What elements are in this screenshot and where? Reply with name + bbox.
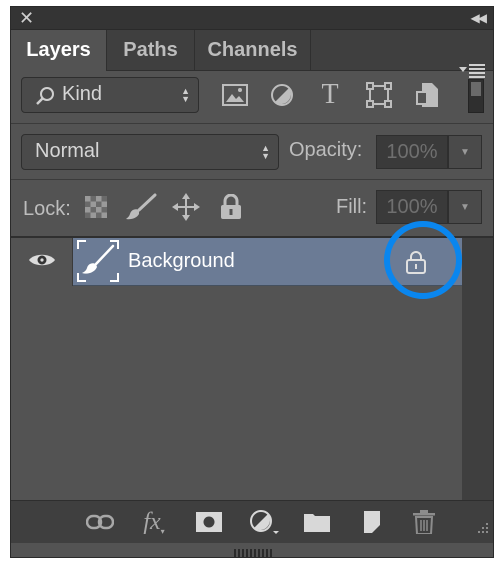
collapse-panel-icon[interactable]: ◀◀ <box>471 7 488 29</box>
panel-tabs: Layers Paths Channels <box>11 30 493 78</box>
blend-mode-dropdown[interactable]: Normal ▲ ▼ <box>21 134 279 170</box>
divider <box>11 179 493 180</box>
opacity-label: Opacity: <box>289 139 363 161</box>
adjustment-layer-icon[interactable] <box>247 505 281 539</box>
eye-icon <box>28 252 56 273</box>
link-layers-icon[interactable] <box>83 505 117 539</box>
add-mask-icon[interactable] <box>192 505 226 539</box>
lock-position-icon[interactable] <box>169 190 203 224</box>
panel-drag-handle[interactable] <box>234 544 272 557</box>
layers-scrollbar[interactable] <box>462 238 493 500</box>
highlight-circle <box>384 221 462 299</box>
type-filter-icon[interactable]: T <box>313 78 347 112</box>
layer-visibility-toggle[interactable] <box>11 238 73 286</box>
delete-layer-icon[interactable] <box>407 505 441 539</box>
lock-label: Lock: <box>23 198 71 220</box>
layer-thumbnail <box>77 240 119 282</box>
opacity-input[interactable]: 100% <box>376 135 448 169</box>
tab-channels[interactable]: Channels <box>195 30 311 70</box>
chevron-down-icon: ▼ <box>460 146 470 158</box>
blend-mode-value: Normal <box>35 140 100 162</box>
new-layer-icon[interactable] <box>353 505 387 539</box>
tab-paths[interactable]: Paths <box>107 30 195 70</box>
smart-object-filter-icon[interactable] <box>411 78 445 112</box>
divider <box>11 123 493 124</box>
filter-kind-label: Kind <box>62 83 103 105</box>
filter-kind-dropdown[interactable]: Kind ▲ ▼ <box>21 77 199 113</box>
close-icon[interactable]: ✕ <box>19 7 34 29</box>
fx-icon[interactable]: fx ▾ <box>137 505 171 539</box>
adjustment-filter-icon[interactable] <box>265 78 299 112</box>
chevron-down-icon: ▼ <box>460 201 470 213</box>
layer-name[interactable]: Background <box>128 250 235 273</box>
fill-dropdown-button[interactable]: ▼ <box>448 190 482 224</box>
resize-grip-icon[interactable] <box>475 520 489 539</box>
fill-input[interactable]: 100% <box>376 190 448 224</box>
image-filter-icon[interactable] <box>218 78 252 112</box>
chevron-updown-icon: ▲ ▼ <box>261 143 270 161</box>
lock-image-pixels-icon[interactable] <box>124 190 158 224</box>
lock-all-icon[interactable] <box>214 190 248 224</box>
fill-label: Fill: <box>336 196 368 218</box>
filter-toggle-switch[interactable] <box>468 79 484 113</box>
chevron-updown-icon: ▲ ▼ <box>181 86 190 104</box>
search-icon <box>34 85 56 113</box>
opacity-dropdown-button[interactable]: ▼ <box>448 135 482 169</box>
tab-layers[interactable]: Layers <box>11 30 107 71</box>
layers-panel: ✕ ◀◀ Layers Paths Channels Kind ▲ ▼ T No… <box>10 6 494 558</box>
lock-transparent-pixels-icon[interactable] <box>79 190 113 224</box>
shape-filter-icon[interactable] <box>362 78 396 112</box>
panel-titlebar: ✕ ◀◀ <box>11 7 493 30</box>
layers-footer-toolbar: fx ▾ <box>11 500 493 543</box>
new-group-icon[interactable] <box>300 505 334 539</box>
